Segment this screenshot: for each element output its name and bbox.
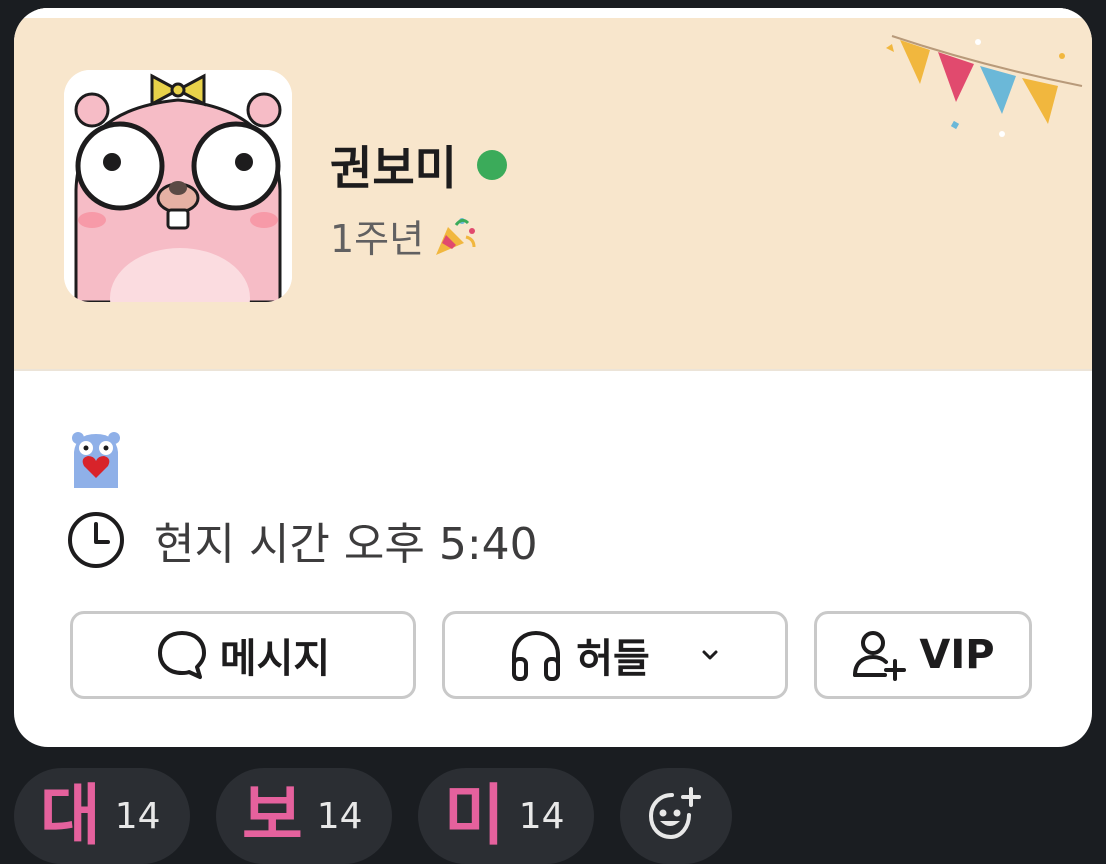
reaction-pill[interactable]: 보 14 [216,768,392,864]
profile-card: 권보미 1주년 현지 시간 오후 5:40 메시지 허들 VIP [14,8,1092,747]
add-reaction-icon [648,787,701,840]
reaction-pill[interactable]: 미 14 [418,768,594,864]
reaction-emoji: 대 [40,777,101,854]
anniversary-text: 1주년 [330,217,425,261]
party-popper-icon [436,217,476,255]
reaction-count: 14 [316,795,363,837]
message-button[interactable]: 메시지 [70,611,416,699]
presence-online-icon [476,150,507,180]
bunting-decoration [886,35,1083,137]
huddle-button[interactable]: 허들 [442,611,788,699]
reaction-count: 14 [114,795,161,837]
local-time-text: 현지 시간 오후 5:40 [154,519,538,570]
display-name: 권보미 [330,141,457,195]
avatar[interactable] [64,70,292,302]
add-reaction-button[interactable] [620,768,732,864]
name-row: 권보미 [330,132,507,198]
user-plus-icon [853,631,907,681]
reaction-count: 14 [518,795,565,837]
reaction-emoji: 보 [242,777,303,854]
message-button-label: 메시지 [219,636,331,682]
gopher-heart-icon [72,432,120,488]
clock-icon [68,512,124,568]
vip-button-label: VIP [919,632,995,678]
headphones-icon [512,630,561,681]
reaction-emoji: 미 [444,777,505,854]
banner-divider [14,369,1092,371]
anniversary-row: 1주년 [330,208,478,263]
speech-bubble-icon [157,631,206,679]
reaction-pill[interactable]: 대 14 [14,768,190,864]
chevron-down-icon[interactable] [698,643,722,667]
vip-button[interactable]: VIP [814,611,1032,699]
huddle-button-label: 허들 [576,636,650,682]
local-time-row: 현지 시간 오후 5:40 [66,508,538,572]
